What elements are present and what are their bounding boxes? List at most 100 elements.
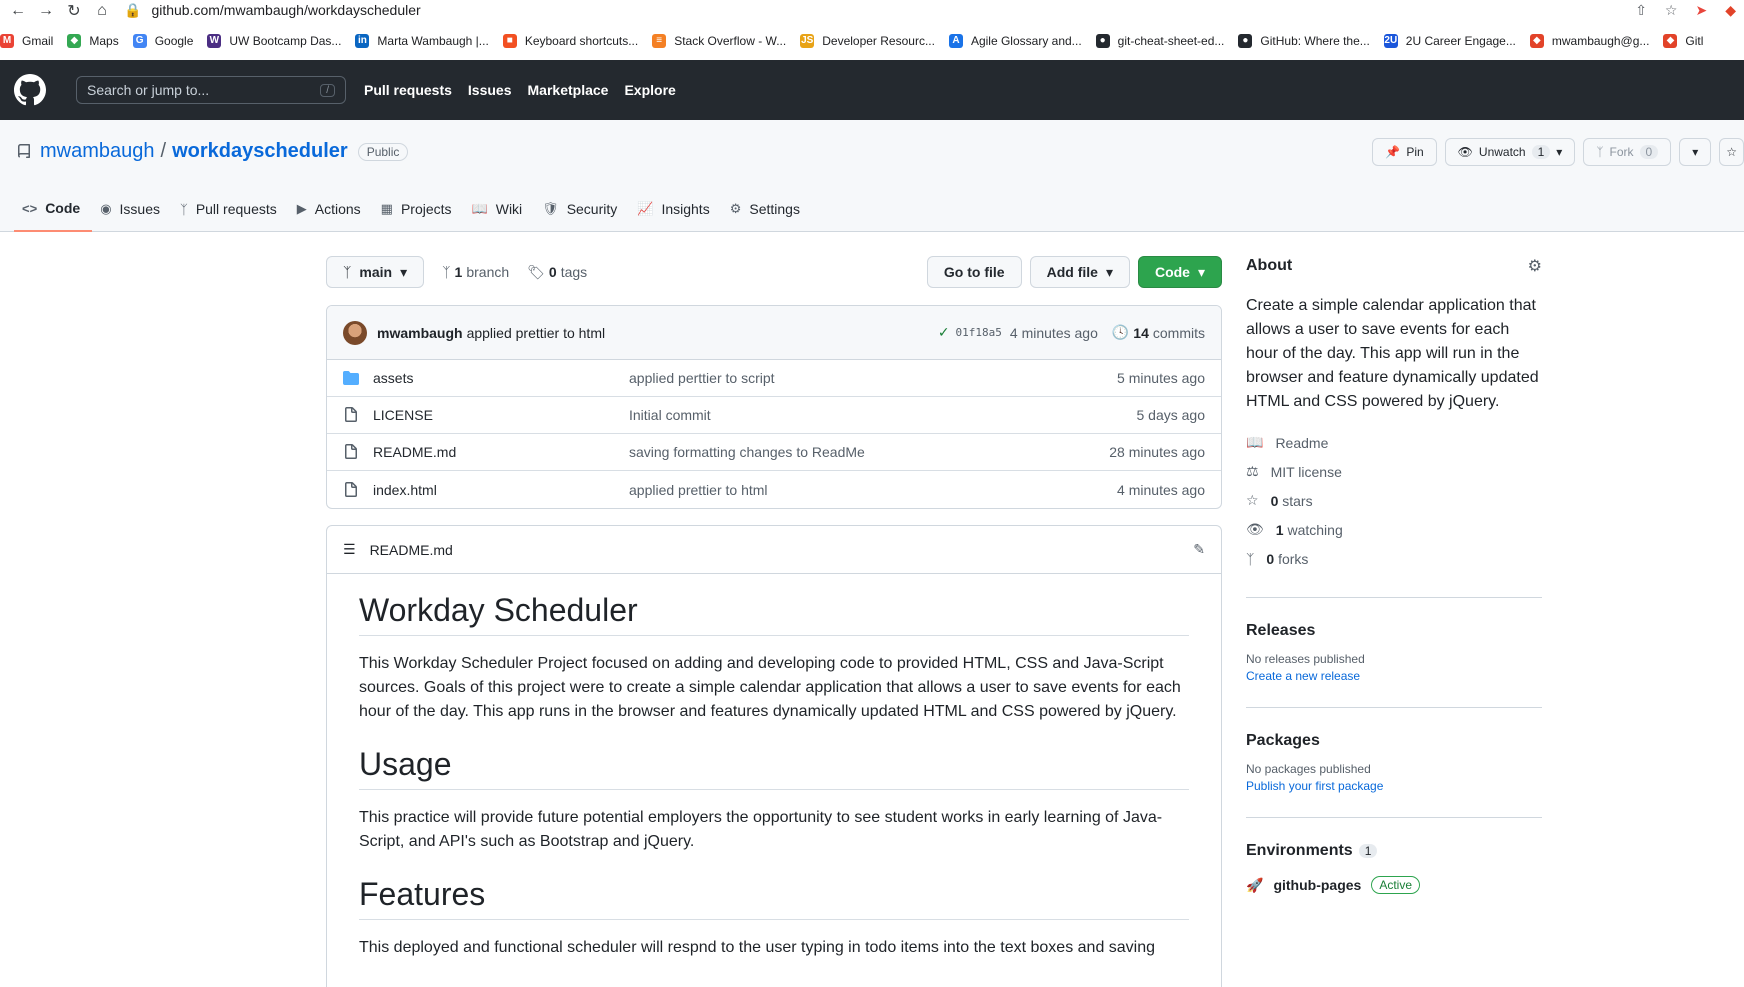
- forward-icon[interactable]: →: [36, 1, 56, 21]
- back-icon[interactable]: ←: [8, 1, 28, 21]
- gear-icon[interactable]: ⚙: [1528, 256, 1542, 276]
- check-icon[interactable]: ✓: [938, 324, 950, 341]
- environments-section: Environments 1 🚀 github-pages Active: [1246, 817, 1542, 894]
- packages-heading[interactable]: Packages: [1246, 732, 1542, 750]
- branches-link[interactable]: ᛉ 1 branch: [442, 264, 509, 280]
- unwatch-button[interactable]: 👁 Unwatch 1 ▾: [1444, 138, 1576, 166]
- bookmark-item[interactable]: 2U 2U Career Engage...: [1383, 34, 1516, 48]
- star-button[interactable]: ☆: [1719, 138, 1744, 166]
- license-link[interactable]: ⚖ MIT license: [1246, 457, 1542, 486]
- pin-button[interactable]: 📌 Pin: [1372, 138, 1437, 166]
- url-text: github.com/mwambaugh/workdayscheduler: [151, 2, 421, 18]
- commit-count-label[interactable]: commits: [1153, 325, 1205, 341]
- pin-label: Pin: [1406, 145, 1424, 159]
- tab-security[interactable]: 🛡 Security: [534, 186, 629, 232]
- nav-pull-requests[interactable]: Pull requests: [364, 82, 452, 98]
- bookmark-item[interactable]: ■ Keyboard shortcuts...: [502, 34, 638, 48]
- bookmark-favicon-icon: 2U: [1383, 34, 1398, 48]
- bookmark-item[interactable]: W UW Bootcamp Das...: [207, 34, 341, 48]
- bookmark-item[interactable]: G Google: [132, 34, 193, 48]
- file-name-link[interactable]: index.html: [373, 482, 629, 498]
- bookmark-item[interactable]: ≡ Stack Overflow - W...: [652, 34, 786, 48]
- table-row[interactable]: README.md saving formatting changes to Re…: [327, 434, 1221, 471]
- bookmark-item[interactable]: ● git-cheat-sheet-ed...: [1095, 34, 1224, 48]
- tab-issues[interactable]: ◉ Issues: [92, 186, 172, 232]
- tags-link[interactable]: 🏷 0 tags: [527, 264, 587, 281]
- shield-icon: 🛡: [542, 201, 559, 216]
- file-name-link[interactable]: README.md: [373, 444, 629, 460]
- table-row[interactable]: index.html applied prettier to html 4 minu…: [327, 471, 1221, 508]
- commit-count[interactable]: 14: [1133, 325, 1149, 341]
- bookmark-item[interactable]: A Agile Glossary and...: [948, 34, 1082, 48]
- go-to-file-button[interactable]: Go to file: [926, 256, 1022, 288]
- branch-name: main: [359, 264, 393, 280]
- file-commit-message[interactable]: applied prettier to html: [629, 482, 1117, 498]
- stars-count: 0: [1270, 492, 1279, 509]
- bookmark-favicon-icon: ■: [502, 34, 517, 48]
- tab-actions[interactable]: ▶ Actions: [289, 186, 373, 232]
- stars-link[interactable]: ☆ 0 stars: [1246, 486, 1542, 515]
- bookmark-favicon-icon: ≡: [652, 34, 667, 48]
- extension-icon[interactable]: ➤: [1695, 2, 1707, 19]
- repo-name-link[interactable]: workdayscheduler: [172, 140, 348, 163]
- search-input[interactable]: Search or jump to... /: [76, 76, 346, 104]
- file-commit-message[interactable]: Initial commit: [629, 407, 1137, 423]
- nav-marketplace[interactable]: Marketplace: [528, 82, 609, 98]
- home-icon[interactable]: ⌂: [92, 1, 112, 21]
- repo-owner-link[interactable]: mwambaugh: [40, 140, 155, 163]
- play-icon: ▶: [296, 201, 307, 216]
- readme-link[interactable]: 📖 Readme: [1246, 428, 1542, 457]
- file-commit-message[interactable]: saving formatting changes to ReadMe: [629, 444, 1109, 460]
- bookmark-favicon-icon: ●: [1095, 34, 1110, 48]
- readme-features-heading: Features: [359, 876, 1189, 920]
- bookmark-item[interactable]: JS Developer Resourc...: [800, 34, 935, 48]
- commit-sha[interactable]: 01f18a5: [956, 326, 1002, 339]
- nav-explore[interactable]: Explore: [624, 82, 675, 98]
- pencil-icon[interactable]: ✎: [1193, 541, 1205, 558]
- table-row[interactable]: assets applied perttier to script 5 minute…: [327, 360, 1221, 397]
- watching-link[interactable]: 👁 1 watching: [1246, 515, 1542, 544]
- reload-icon[interactable]: ↻: [64, 1, 84, 21]
- file-name-link[interactable]: LICENSE: [373, 407, 629, 423]
- gitlab-extension-icon[interactable]: ◆: [1725, 2, 1736, 19]
- table-row[interactable]: LICENSE Initial commit 5 days ago: [327, 397, 1221, 434]
- fork-dropdown-button[interactable]: ▾: [1679, 138, 1712, 166]
- bookmark-item[interactable]: ◆ Gitl: [1663, 34, 1703, 48]
- tab-pull-requests[interactable]: ᛉ Pull requests: [172, 186, 289, 232]
- bookmark-item[interactable]: ● GitHub: Where the...: [1238, 34, 1370, 48]
- list-icon[interactable]: ☰: [343, 541, 356, 558]
- create-release-link[interactable]: Create a new release: [1246, 669, 1542, 683]
- fork-icon: ᛉ: [1596, 145, 1604, 159]
- visibility-badge: Public: [357, 142, 409, 161]
- code-button[interactable]: Code ▾: [1137, 256, 1222, 288]
- environment-item[interactable]: 🚀 github-pages Active: [1246, 876, 1542, 894]
- environment-name: github-pages: [1273, 877, 1362, 893]
- share-icon[interactable]: ⇧: [1635, 2, 1647, 19]
- fork-button[interactable]: ᛉ Fork 0: [1583, 138, 1672, 166]
- bookmark-item[interactable]: ◆ Maps: [67, 34, 119, 48]
- tab-wiki[interactable]: 📖 Wiki: [464, 186, 535, 232]
- add-file-button[interactable]: Add file ▾: [1029, 256, 1130, 288]
- avatar[interactable]: [343, 320, 367, 345]
- nav-issues[interactable]: Issues: [468, 82, 512, 98]
- commit-author[interactable]: mwambaugh: [377, 325, 463, 341]
- forks-link[interactable]: ᛉ 0 forks: [1246, 544, 1542, 573]
- file-commit-message[interactable]: applied perttier to script: [629, 370, 1117, 386]
- branch-select-button[interactable]: ᛉ main ▾: [326, 256, 425, 288]
- github-logo-icon[interactable]: [14, 74, 46, 106]
- bookmark-item[interactable]: ◆ mwambaugh@g...: [1529, 34, 1649, 48]
- tab-projects[interactable]: ▦ Projects: [373, 186, 464, 232]
- bookmark-item[interactable]: M Gmail: [0, 34, 53, 48]
- address-bar[interactable]: 🔒 github.com/mwambaugh/workdayscheduler: [124, 0, 421, 20]
- tab-settings[interactable]: ⚙ Settings: [722, 186, 812, 232]
- environments-heading[interactable]: Environments: [1246, 842, 1353, 860]
- file-name-link[interactable]: assets: [373, 370, 629, 386]
- bookmark-star-icon[interactable]: ☆: [1665, 2, 1678, 19]
- releases-heading[interactable]: Releases: [1246, 622, 1542, 640]
- commit-message[interactable]: applied prettier to html: [467, 325, 606, 341]
- eye-icon: 👁: [1246, 521, 1264, 537]
- tab-insights[interactable]: 📈 Insights: [629, 186, 721, 232]
- tab-code[interactable]: <> Code: [14, 186, 93, 232]
- bookmark-item[interactable]: in Marta Wambaugh |...: [355, 34, 489, 48]
- publish-package-link[interactable]: Publish your first package: [1246, 779, 1542, 793]
